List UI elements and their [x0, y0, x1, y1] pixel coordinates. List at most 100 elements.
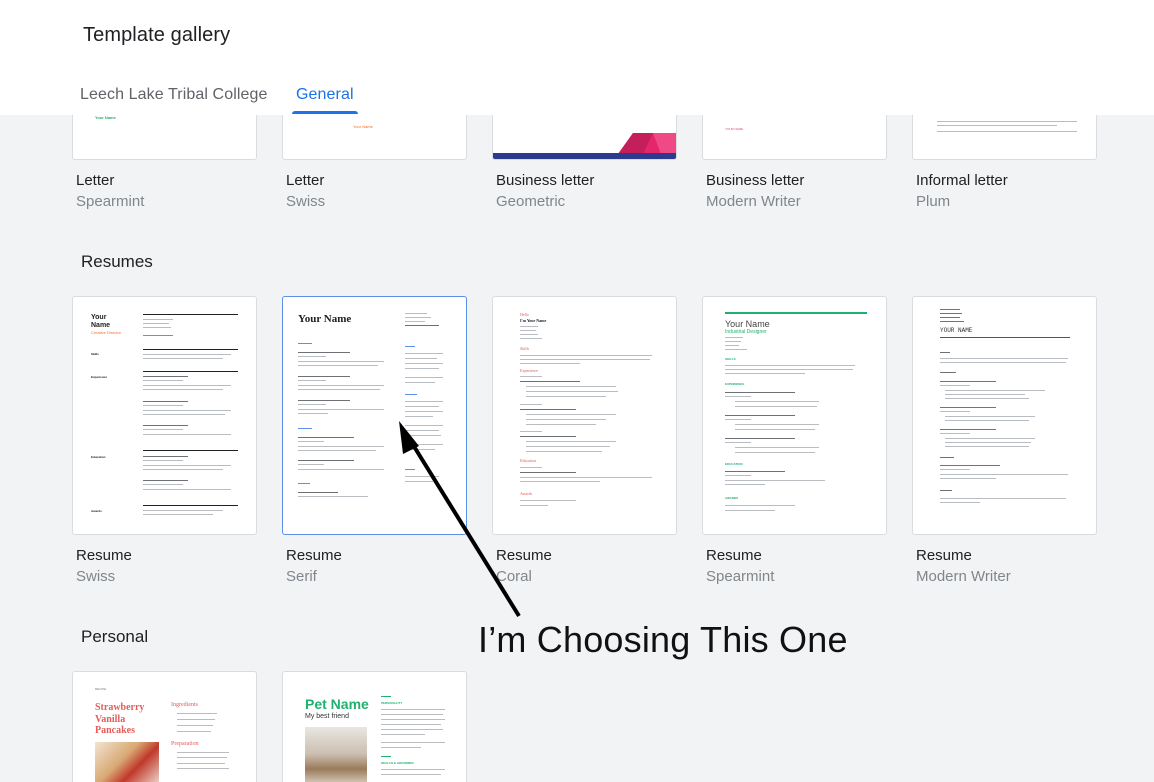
text-line [143, 354, 231, 355]
text-line [520, 505, 548, 506]
text-line [298, 352, 350, 353]
divider [940, 337, 1070, 338]
tab-leech-lake-tribal-college[interactable]: Leech Lake Tribal College [80, 86, 268, 104]
text-line [940, 429, 996, 430]
accent-bar [381, 756, 391, 757]
card-title: Business letter [706, 172, 805, 189]
thumb-role: Creative Director [91, 330, 122, 335]
text-line [298, 361, 384, 362]
text-line [298, 437, 354, 438]
text-line [405, 321, 425, 322]
thumb-section: Awards [91, 509, 102, 513]
text-line [725, 480, 825, 481]
pet-photo [305, 727, 367, 782]
text-line [298, 389, 380, 390]
text-line [725, 510, 775, 511]
thumb-name: Your Name [91, 314, 111, 329]
thumb-title: Pet Name [305, 696, 369, 712]
text-line [945, 416, 1035, 417]
text-line [143, 410, 231, 411]
section-title-personal: Personal [81, 627, 149, 646]
text-line [940, 385, 970, 386]
divider [143, 349, 238, 350]
text-line [945, 438, 1035, 439]
text-line [298, 385, 384, 386]
text-line [177, 752, 229, 753]
text-line [143, 358, 223, 359]
thumb-name: Your Name [95, 115, 116, 120]
text-line [945, 390, 1045, 391]
card-style: Spearmint [76, 193, 145, 210]
text-line [143, 401, 188, 402]
text-line [940, 469, 970, 470]
text-line [298, 464, 324, 465]
text-line [143, 323, 169, 324]
divider [143, 371, 238, 372]
text-line [725, 373, 805, 374]
text-line [725, 369, 853, 370]
text-line [405, 416, 433, 417]
text-line [520, 500, 576, 501]
thumb-health: HEALTH & GROOMING [381, 761, 414, 765]
template-card-resume-serif[interactable]: Your Name [282, 296, 467, 535]
thumb-section: Education [520, 458, 537, 463]
text-line [298, 404, 326, 405]
text-line [143, 460, 183, 461]
text-line [725, 337, 743, 338]
card-style: Coral [496, 568, 532, 585]
text-line [143, 425, 188, 426]
page-title: Template gallery [83, 24, 231, 46]
text-line [725, 396, 751, 397]
text-line [945, 442, 1031, 443]
text-line [526, 386, 616, 387]
text-line [177, 757, 227, 758]
text-line [405, 325, 439, 326]
tab-general[interactable]: General [296, 86, 354, 104]
template-card-pet[interactable]: Pet Name My best friend PERSONALITY HEAL… [282, 671, 467, 782]
text-line [143, 480, 188, 481]
text-line [735, 424, 819, 425]
text-line [735, 401, 819, 402]
text-line [945, 398, 1029, 399]
text-line [725, 349, 747, 350]
text-line [405, 358, 437, 359]
template-card-resume-modern-writer[interactable]: YOUR NAME [912, 296, 1097, 535]
card-title: Informal letter [916, 172, 1008, 189]
thumb-section: Skills [520, 346, 530, 351]
text-line [940, 490, 952, 491]
text-line [405, 406, 439, 407]
active-tab-indicator [292, 111, 358, 114]
thumb-section: Skills [91, 352, 99, 356]
thumb-section: Education [91, 455, 106, 459]
card-title: Resume [496, 547, 552, 564]
text-line [725, 438, 795, 439]
text-line [725, 484, 765, 485]
text-line [405, 363, 443, 364]
text-line [381, 729, 443, 730]
template-card-resume-spearmint[interactable]: Your Name Industrial Designer SKILLS EXP… [702, 296, 887, 535]
text-line [298, 441, 324, 442]
text-line [735, 447, 819, 448]
template-card-resume-swiss[interactable]: Your Name Creative Director Skills Exper… [72, 296, 257, 535]
text-line [405, 435, 441, 436]
text-line [298, 450, 376, 451]
text-line [520, 431, 542, 432]
text-line [298, 483, 310, 484]
text-line [405, 476, 439, 477]
text-line [526, 451, 602, 452]
template-card-recipe[interactable]: RECIPE Strawberry Vanilla Pancakes Ingre… [72, 671, 257, 782]
card-title: Resume [916, 547, 972, 564]
thumb-section: EXPERIENCE [725, 382, 745, 386]
text-line [940, 381, 996, 382]
text-line [940, 478, 996, 479]
text-line [143, 335, 173, 336]
thumb-section: SKILLS [725, 357, 736, 361]
text-line [405, 317, 431, 318]
template-card-resume-coral[interactable]: Hello I'm Your Name Skills Experience Ed… [492, 296, 677, 535]
card-style: Plum [916, 193, 951, 210]
text-line [520, 436, 576, 437]
text-line [381, 734, 425, 735]
text-line [381, 774, 441, 775]
text-line [520, 376, 542, 377]
card-style: Modern Writer [916, 568, 1011, 585]
